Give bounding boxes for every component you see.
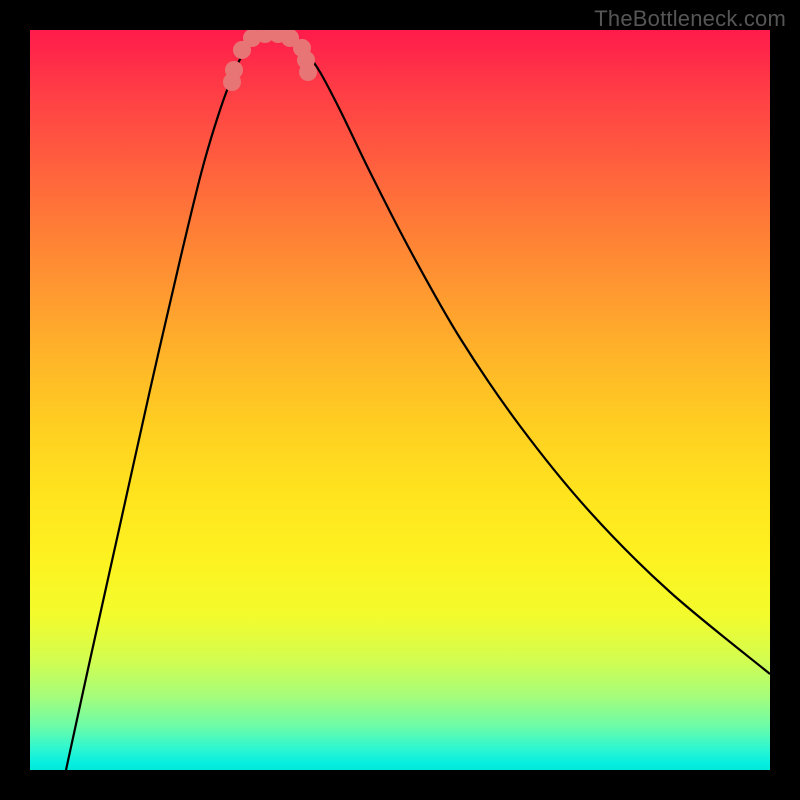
bottleneck-curve [30,30,770,770]
watermark-text: TheBottleneck.com [594,6,786,32]
chart-frame: TheBottleneck.com [0,0,800,800]
curve-markers [223,30,317,91]
plot-area [30,30,770,770]
curve-path [66,33,770,770]
curve-marker [225,61,243,79]
curve-marker [299,63,317,81]
